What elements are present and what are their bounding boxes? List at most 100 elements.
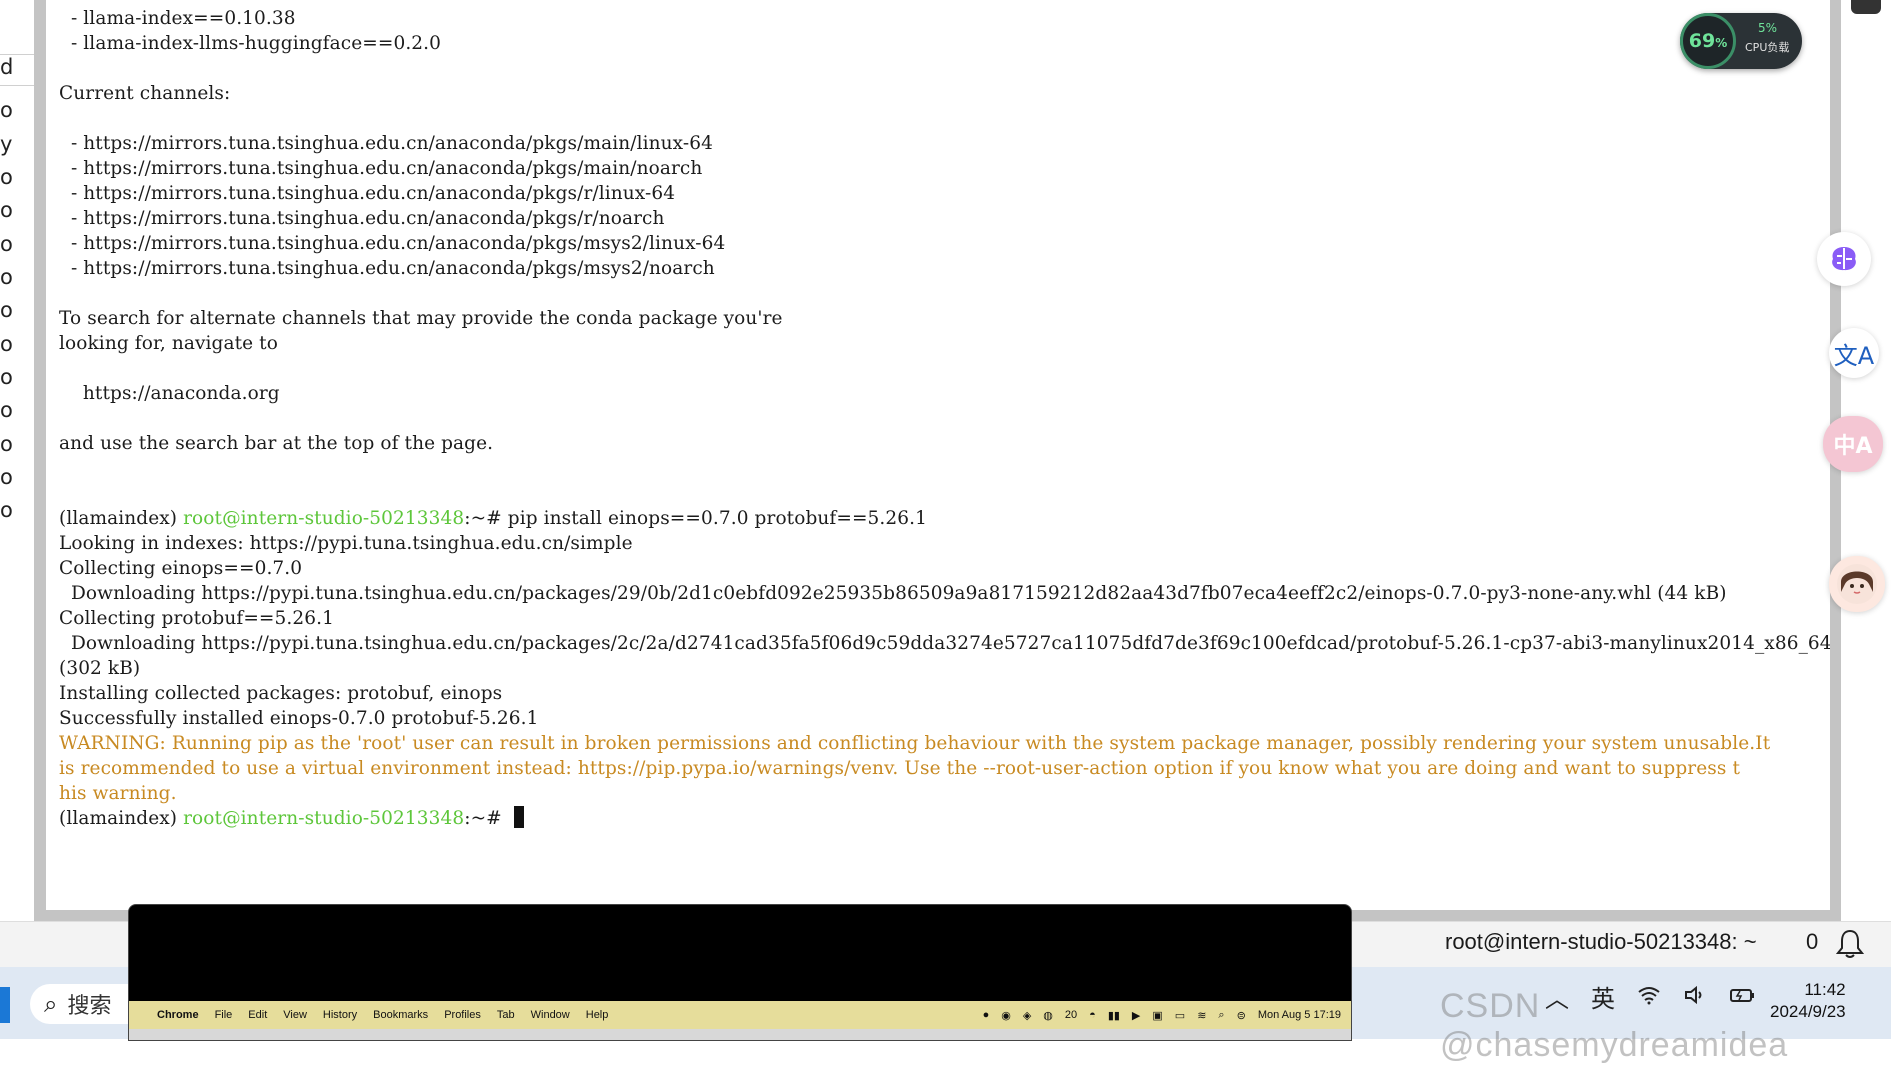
grid-icon[interactable]: ▮▮ xyxy=(1108,1009,1120,1022)
terminal-line: is recommended to use a virtual environm… xyxy=(59,756,1829,781)
chevron-up-icon[interactable]: ︿ xyxy=(1545,979,1569,1014)
shield-icon[interactable]: ◓ xyxy=(1089,1009,1096,1021)
cpu-mini-value: 5% xyxy=(1758,21,1778,35)
mac-status-icons: ● ◉ ◈ ◍ 20 ◓ ▮▮ ▶ ▣ ▭ ≋ ⌕ ⊜ Mon Aug 5 17… xyxy=(983,1001,1341,1029)
terminal-text: - https://mirrors.tuna.tsinghua.edu.cn/a… xyxy=(59,258,715,279)
mac-datetime: Mon Aug 5 17:19 xyxy=(1257,1009,1341,1021)
terminal-line: - https://mirrors.tuna.tsinghua.edu.cn/a… xyxy=(59,131,1829,156)
cpu-load-widget[interactable]: 69% 5% CPU负载 xyxy=(1680,13,1802,69)
translate-icon[interactable]: 文A xyxy=(1829,328,1879,378)
warning-text: his warning. xyxy=(59,783,177,804)
wechat-count: 20 xyxy=(1064,1009,1078,1021)
terminal-line: - https://mirrors.tuna.tsinghua.edu.cn/a… xyxy=(59,231,1829,256)
left-panel-char: o xyxy=(0,98,13,122)
wifi-status-icon[interactable]: ≋ xyxy=(1197,1009,1206,1022)
terminal-text: looking for, navigate to xyxy=(59,333,278,354)
window-icon[interactable]: ▣ xyxy=(1152,1009,1162,1022)
ai-brain-icon[interactable] xyxy=(1817,232,1871,286)
wifi-icon[interactable] xyxy=(1637,983,1661,1011)
mac-menu-profiles[interactable]: Profiles xyxy=(444,1009,481,1021)
control-center-icon[interactable]: ⊜ xyxy=(1237,1009,1246,1022)
terminal-line: - https://mirrors.tuna.tsinghua.edu.cn/a… xyxy=(59,181,1829,206)
cpu-label: CPU负载 xyxy=(1745,41,1790,54)
terminal-text: Successfully installed einops-0.7.0 prot… xyxy=(59,708,539,729)
left-panel-char: o xyxy=(0,365,13,389)
ime-indicator[interactable]: 英 xyxy=(1591,979,1615,1014)
terminal-line: (llamaindex) root@intern-studio-50213348… xyxy=(59,506,1829,531)
battery-icon[interactable] xyxy=(1729,983,1757,1011)
windows-start-icon[interactable] xyxy=(0,987,10,1023)
left-panel-char: o xyxy=(0,332,13,356)
terminal-line: Collecting protobuf==5.26.1 xyxy=(59,606,1829,631)
terminal-line: Collecting einops==0.7.0 xyxy=(59,556,1829,581)
clock-date: 2024/9/23 xyxy=(1770,1002,1846,1021)
spotlight-search-icon[interactable]: ⌕ xyxy=(1218,1009,1224,1022)
volume-icon[interactable] xyxy=(1683,983,1707,1011)
mac-menu-chrome[interactable]: Chrome xyxy=(157,1009,199,1021)
terminal-text: - llama-index==0.10.38 xyxy=(59,8,296,29)
terminal-line: WARNING: Running pip as the 'root' user … xyxy=(59,731,1829,756)
clock-time: 11:42 xyxy=(1804,980,1846,999)
terminal-text: :~# pip install einops==0.7.0 protobuf==… xyxy=(464,508,928,529)
terminal-text: and use the search bar at the top of the… xyxy=(59,433,494,454)
terminal-text: Installing collected packages: protobuf,… xyxy=(59,683,503,704)
mac-menu-bookmarks[interactable]: Bookmarks xyxy=(373,1009,428,1021)
mac-menu-window[interactable]: Window xyxy=(531,1009,570,1021)
terminal-line: and use the search bar at the top of the… xyxy=(59,431,1829,456)
notification-count: 0 xyxy=(1806,929,1819,954)
left-panel-char: o xyxy=(0,198,13,222)
battery-status-icon[interactable]: ▭ xyxy=(1175,1009,1185,1022)
layers-icon[interactable]: ◈ xyxy=(1023,1009,1031,1022)
wechat-icon[interactable]: ◉ xyxy=(1001,1009,1011,1022)
terminal-text: - https://mirrors.tuna.tsinghua.edu.cn/a… xyxy=(59,233,726,254)
left-panel-char: o xyxy=(0,498,13,522)
terminal-text: (llamaindex) xyxy=(59,808,184,829)
cpu-value: 69 xyxy=(1688,30,1716,52)
terminal-line: - llama-index-llms-huggingface==0.2.0 xyxy=(59,31,1829,56)
left-partial-panel: doyooooooooooo xyxy=(0,0,35,925)
terminal-text: - https://mirrors.tuna.tsinghua.edu.cn/a… xyxy=(59,183,676,204)
terminal-line: https://anaconda.org xyxy=(59,381,1829,406)
terminal-text: - https://mirrors.tuna.tsinghua.edu.cn/a… xyxy=(59,208,665,229)
mac-menu-history[interactable]: History xyxy=(323,1009,357,1021)
left-panel-char: y xyxy=(0,132,13,156)
terminal-line: To search for alternate channels that ma… xyxy=(59,306,1829,331)
mac-menu-view[interactable]: View xyxy=(283,1009,307,1021)
chinese-translate-icon[interactable]: 中A xyxy=(1823,416,1883,472)
record-icon[interactable]: ● xyxy=(983,1009,990,1021)
play-icon[interactable]: ▶ xyxy=(1132,1009,1140,1022)
system-tray: ︿ 英 xyxy=(1545,979,1757,1014)
chat-icon[interactable]: ◍ xyxy=(1043,1009,1053,1022)
terminal-pane[interactable]: - llama-index==0.10.38 - llama-index-llm… xyxy=(46,0,1830,910)
mac-menu-edit[interactable]: Edit xyxy=(248,1009,267,1021)
mac-menu-help[interactable]: Help xyxy=(586,1009,609,1021)
warning-text: is recommended to use a virtual environm… xyxy=(59,758,1740,779)
taskbar-search[interactable]: ⌕ 搜索 xyxy=(30,984,130,1024)
terminal-text: - https://mirrors.tuna.tsinghua.edu.cn/a… xyxy=(59,158,703,179)
left-panel-char: o xyxy=(0,298,13,322)
left-panel-char: o xyxy=(0,265,13,289)
terminal-line: Successfully installed einops-0.7.0 prot… xyxy=(59,706,1829,731)
avatar-assistant-icon[interactable] xyxy=(1829,556,1885,612)
prompt-user-host: root@intern-studio-50213348 xyxy=(183,508,465,529)
taskbar-clock[interactable]: 11:42 2024/9/23 xyxy=(1770,979,1846,1023)
terminal-line: Downloading https://pypi.tuna.tsinghua.e… xyxy=(59,631,1830,656)
mac-screen-overlay: Chrome File Edit View History Bookmarks Profil… xyxy=(128,904,1352,1041)
terminal-text: https://anaconda.org xyxy=(59,383,280,404)
terminal-line: - llama-index==0.10.38 xyxy=(59,6,1829,31)
bell-icon[interactable] xyxy=(1835,929,1865,966)
terminal-line: (302 kB) xyxy=(59,656,1829,681)
left-panel-char: o xyxy=(0,232,13,256)
mac-menu-file[interactable]: File xyxy=(215,1009,233,1021)
top-corner-icon[interactable] xyxy=(1851,0,1881,14)
mac-menu-tab[interactable]: Tab xyxy=(497,1009,515,1021)
terminal-text: Looking in indexes: https://pypi.tuna.ts… xyxy=(59,533,633,554)
mac-dock-edge xyxy=(129,1029,1351,1040)
prompt-user-host: root@intern-studio-50213348 xyxy=(183,808,465,829)
